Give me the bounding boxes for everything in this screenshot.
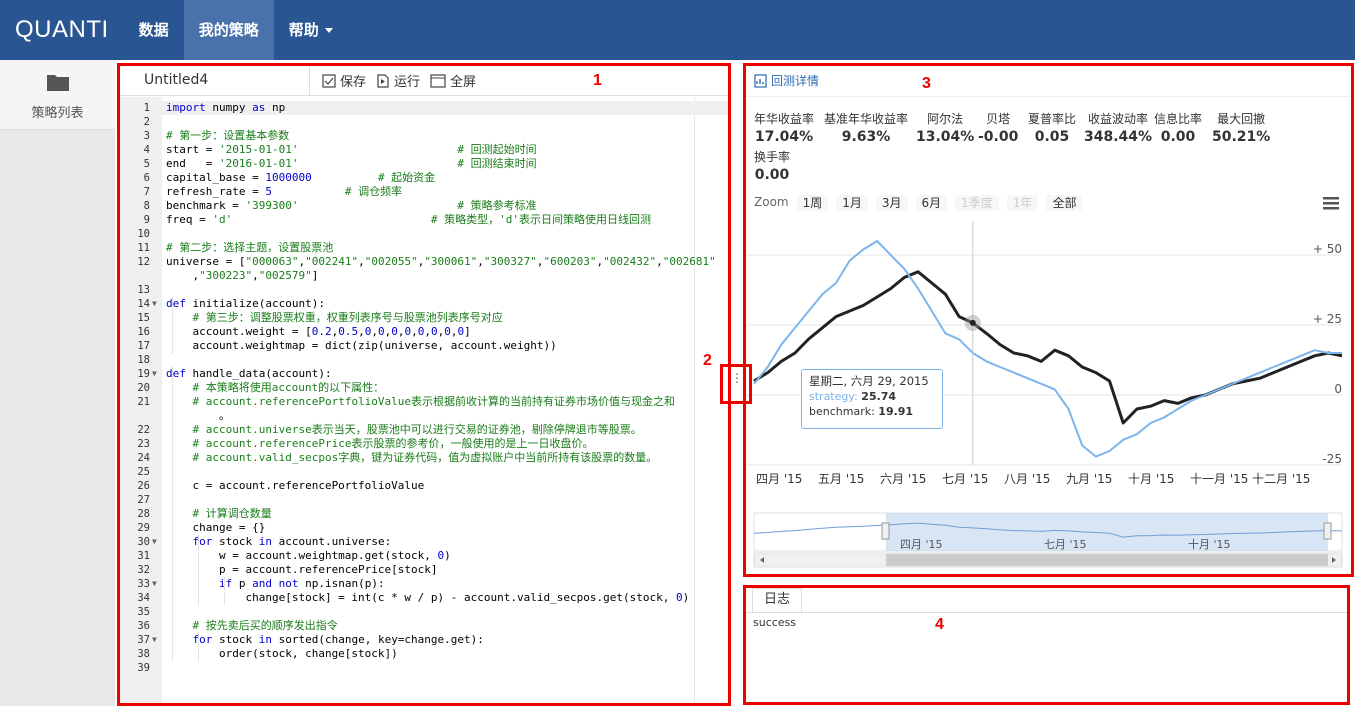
annotation-label-2: 2 [703,352,712,369]
top-navbar: QUANTI 数据 我的策略 帮助 [0,0,1355,60]
caret-down-icon [324,28,333,33]
annotation-label-3: 3 [922,75,931,92]
nav-item-help[interactable]: 帮助 [274,0,348,60]
sidebar-item-strategies[interactable]: 策略列表 [0,60,115,130]
nav-item-my-strategies[interactable]: 我的策略 [183,0,274,60]
sidebar-item-label: 策略列表 [31,106,84,121]
nav-item-data[interactable]: 数据 [124,0,184,60]
annotation-label-4: 4 [935,616,944,633]
brand-logo[interactable]: QUANTI [0,16,124,44]
annotation-box-editor [117,63,731,706]
folder-icon [46,75,69,91]
annotation-label-1: 1 [593,72,602,89]
nav-help-label: 帮助 [288,21,319,39]
annotation-box-log [743,585,1350,705]
annotation-box-chart [743,63,1354,577]
sidebar: 策略列表 [0,60,115,706]
